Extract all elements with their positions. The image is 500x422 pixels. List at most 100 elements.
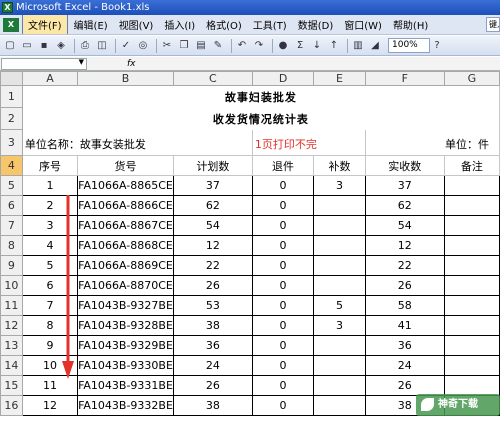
table-cell[interactable]: 12: [21, 395, 79, 416]
row-header[interactable]: 8: [0, 235, 23, 256]
menu-file[interactable]: 文件(F): [22, 15, 68, 34]
header-cell[interactable]: 计划数: [172, 155, 253, 176]
table-cell[interactable]: 22: [172, 255, 253, 276]
format-painter-icon[interactable]: ✎: [211, 39, 225, 53]
paste-icon[interactable]: ▤: [194, 39, 208, 53]
table-cell[interactable]: 3: [313, 315, 366, 336]
menu-tools[interactable]: 工具(T): [248, 15, 292, 34]
unit-cell[interactable]: 单位：件: [364, 129, 500, 156]
print-preview-icon[interactable]: ◫: [95, 39, 109, 53]
name-box[interactable]: ▼: [1, 57, 87, 70]
table-cell[interactable]: FA1043B-9331BE: [77, 375, 174, 396]
table-cell[interactable]: 0: [251, 175, 315, 196]
table-cell[interactable]: 54: [364, 215, 445, 236]
hyperlink-icon[interactable]: ●: [276, 39, 290, 53]
sheet-title[interactable]: 故事妇装批发: [22, 85, 500, 108]
table-cell[interactable]: 37: [364, 175, 445, 196]
table-cell[interactable]: FA1066A-8866CE: [77, 195, 174, 216]
table-cell[interactable]: [443, 275, 500, 296]
table-cell[interactable]: 26: [364, 375, 445, 396]
table-cell[interactable]: 0: [251, 335, 315, 356]
menu-window[interactable]: 窗口(W): [339, 15, 387, 34]
print-icon[interactable]: ⎙: [78, 39, 92, 53]
header-cell[interactable]: 货号: [77, 155, 174, 176]
redo-icon[interactable]: ↷: [252, 39, 266, 53]
open-icon[interactable]: ▭: [20, 39, 34, 53]
autosum-icon[interactable]: Σ: [293, 39, 307, 53]
row-header[interactable]: 2: [0, 107, 23, 130]
sheet-subtitle[interactable]: 收发货情况统计表: [22, 107, 500, 130]
unit-name-cell[interactable]: 单位名称：故事女装批发: [21, 129, 253, 156]
select-all-corner[interactable]: [0, 71, 23, 86]
table-cell[interactable]: FA1066A-8869CE: [77, 255, 174, 276]
menu-data[interactable]: 数据(D): [293, 15, 339, 34]
row-header[interactable]: 14: [0, 355, 23, 376]
help-search-input[interactable]: 键入: [486, 17, 500, 32]
table-cell[interactable]: 0: [251, 275, 315, 296]
column-header-d[interactable]: D: [251, 71, 315, 86]
chevron-down-icon[interactable]: ▼: [79, 58, 84, 66]
table-cell[interactable]: FA1043B-9328BE: [77, 315, 174, 336]
table-cell[interactable]: [313, 215, 366, 236]
table-cell[interactable]: 36: [172, 335, 253, 356]
workbook-icon[interactable]: X: [3, 17, 19, 32]
header-cell[interactable]: 退件: [251, 155, 315, 176]
copy-icon[interactable]: ❐: [177, 39, 191, 53]
cut-icon[interactable]: ✂: [160, 39, 174, 53]
table-cell[interactable]: 12: [364, 235, 445, 256]
header-cell[interactable]: 备注: [443, 155, 500, 176]
header-cell[interactable]: 补数: [313, 155, 366, 176]
row-header[interactable]: 10: [0, 275, 23, 296]
table-cell[interactable]: [313, 195, 366, 216]
table-cell[interactable]: 0: [251, 355, 315, 376]
header-cell[interactable]: 实收数: [364, 155, 445, 176]
zoom-select[interactable]: 100%: [388, 38, 430, 53]
table-cell[interactable]: 38: [172, 315, 253, 336]
table-cell[interactable]: 38: [172, 395, 253, 416]
research-icon[interactable]: ◎: [136, 39, 150, 53]
row-header[interactable]: 9: [0, 255, 23, 276]
table-cell[interactable]: 0: [251, 195, 315, 216]
column-header-f[interactable]: F: [364, 71, 445, 86]
table-cell[interactable]: [313, 275, 366, 296]
table-cell[interactable]: 24: [172, 355, 253, 376]
table-cell[interactable]: 12: [172, 235, 253, 256]
table-cell[interactable]: [313, 335, 366, 356]
table-cell[interactable]: 0: [251, 375, 315, 396]
chart-wizard-icon[interactable]: ▥: [351, 39, 365, 53]
table-cell[interactable]: 58: [364, 295, 445, 316]
menu-insert[interactable]: 插入(I): [159, 15, 200, 34]
column-header-e[interactable]: E: [313, 71, 366, 86]
table-cell[interactable]: [443, 315, 500, 336]
table-cell[interactable]: [443, 335, 500, 356]
menu-help[interactable]: 帮助(H): [388, 15, 433, 34]
table-cell[interactable]: FA1066A-8870CE: [77, 275, 174, 296]
spelling-icon[interactable]: ✓: [119, 39, 133, 53]
row-header[interactable]: 11: [0, 295, 23, 316]
table-cell[interactable]: 26: [172, 275, 253, 296]
table-cell[interactable]: 37: [172, 175, 253, 196]
table-cell[interactable]: [313, 235, 366, 256]
sort-ascending-icon[interactable]: ↓: [310, 39, 324, 53]
row-header[interactable]: 5: [0, 175, 23, 196]
table-cell[interactable]: 53: [172, 295, 253, 316]
table-cell[interactable]: 0: [251, 395, 315, 416]
table-cell[interactable]: [443, 215, 500, 236]
table-cell[interactable]: 36: [364, 335, 445, 356]
column-header-g[interactable]: G: [443, 71, 500, 86]
help-icon[interactable]: ?: [430, 39, 444, 53]
table-cell[interactable]: 62: [172, 195, 253, 216]
table-cell[interactable]: [443, 295, 500, 316]
table-cell[interactable]: FA1043B-9327BE: [77, 295, 174, 316]
sort-descending-icon[interactable]: ↑: [327, 39, 341, 53]
table-cell[interactable]: 54: [172, 215, 253, 236]
permission-icon[interactable]: ◈: [54, 39, 68, 53]
column-header-b[interactable]: B: [77, 71, 174, 86]
table-cell[interactable]: 1: [21, 175, 79, 196]
table-cell[interactable]: 0: [251, 315, 315, 336]
header-cell[interactable]: 序号: [21, 155, 79, 176]
table-cell[interactable]: FA1043B-9332BE: [77, 395, 174, 416]
table-cell[interactable]: [313, 375, 366, 396]
table-cell[interactable]: 22: [364, 255, 445, 276]
table-cell[interactable]: 0: [251, 255, 315, 276]
